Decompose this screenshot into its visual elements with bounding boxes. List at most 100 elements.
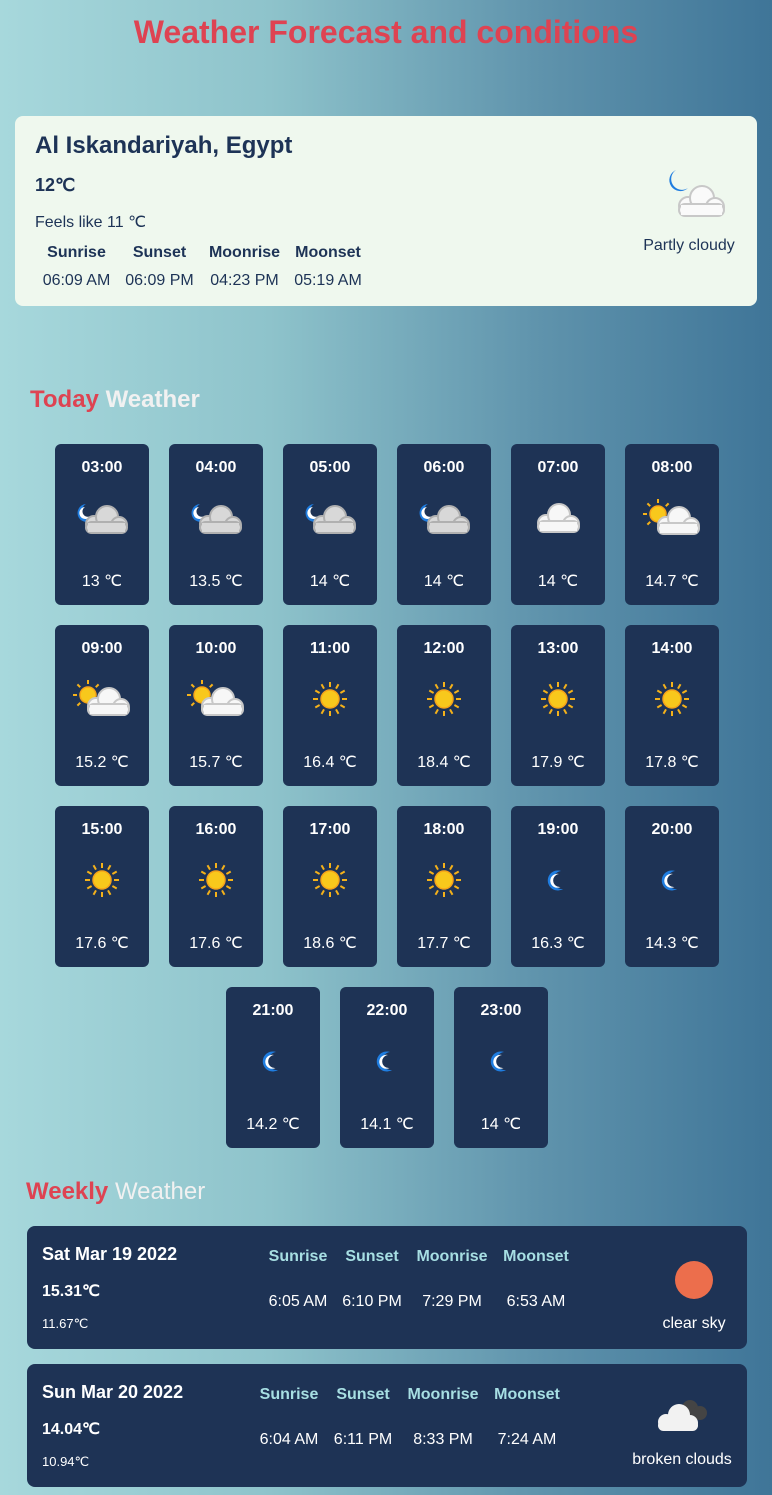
weekly-section-title: Weekly Weather [26, 1178, 205, 1206]
moonset-value: 7:24 AM [497, 1431, 557, 1448]
hour-temp: 16.3 ℃ [531, 935, 585, 952]
hour-temp: 17.9 ℃ [531, 754, 585, 771]
hour-card: 18:00 17.7 ℃ [397, 806, 491, 967]
hour-time: 13:00 [537, 640, 579, 657]
hour-temp: 14 ℃ [309, 573, 351, 590]
hour-card: 21:00 14.2 ℃ [226, 987, 320, 1148]
sun-icon [300, 858, 360, 902]
sunset-value: 6:11 PM [333, 1431, 393, 1448]
sunrise-value: 6:05 AM [268, 1293, 328, 1310]
sun-icon [72, 858, 132, 902]
hour-card: 06:00 14 ℃ [397, 444, 491, 605]
sunset-label: Sunset [132, 244, 187, 261]
weekly-day-card: Sat Mar 19 2022 15.31℃ 11.67℃ Sunrise Su… [27, 1226, 747, 1349]
day-min-temp: 11.67℃ [42, 1316, 89, 1331]
sun-icon [300, 677, 360, 721]
sun-icon [642, 677, 702, 721]
sun-icon [414, 858, 474, 902]
hour-temp: 17.6 ℃ [189, 935, 243, 952]
day-astro: Sunrise Sunset Moonrise Moonset 6:05 AM … [261, 1248, 577, 1311]
moonrise-value: 7:29 PM [422, 1293, 482, 1310]
day-date: Sun Mar 20 2022 [42, 1382, 184, 1402]
hour-temp: 18.4 ℃ [417, 754, 471, 771]
hour-card: 15:00 17.6 ℃ [55, 806, 149, 967]
hour-time: 08:00 [651, 459, 693, 476]
moon-cloud-icon [300, 496, 360, 540]
hour-temp: 14 ℃ [423, 573, 465, 590]
day-astro: Sunrise Sunset Moonrise Moonset 6:04 AM … [252, 1386, 568, 1449]
moonset-label: Moonset [503, 1248, 569, 1265]
current-temp: 12℃ [35, 175, 76, 195]
feels-like: Feels like 11 ℃ [35, 214, 147, 231]
sunrise-value: 06:09 AM [42, 272, 111, 289]
hour-card: 10:00 15.7 ℃ [169, 625, 263, 786]
today-section-title: Today Weather [30, 386, 200, 414]
hour-card: 17:00 18.6 ℃ [283, 806, 377, 967]
day-condition-text: broken clouds [632, 1451, 732, 1468]
today-title-highlight: Today [30, 386, 99, 413]
moon-cloud-icon [668, 170, 725, 217]
today-title-rest: Weather [105, 386, 200, 413]
hour-temp: 14 ℃ [537, 573, 579, 590]
moon-icon [243, 1039, 303, 1083]
day-min-temp: 10.94℃ [42, 1454, 90, 1469]
hour-time: 07:00 [537, 459, 579, 476]
current-location: Al Iskandariyah, Egypt [35, 132, 293, 159]
sunrise-value: 6:04 AM [259, 1431, 319, 1448]
hour-card: 07:00 14 ℃ [511, 444, 605, 605]
moon-icon [471, 1039, 531, 1083]
hour-time: 21:00 [252, 1002, 294, 1019]
day-max-temp: 15.31℃ [42, 1283, 101, 1300]
moon-icon [642, 858, 702, 902]
sun-icon [675, 1261, 713, 1299]
hour-time: 09:00 [81, 640, 123, 657]
hour-time: 19:00 [537, 821, 579, 838]
moonrise-value: 04:23 PM [210, 272, 279, 289]
hour-card: 08:00 14.7 ℃ [625, 444, 719, 605]
sun-icon [186, 858, 246, 902]
hour-time: 06:00 [423, 459, 465, 476]
cloud-icon [528, 496, 588, 540]
sunset-label: Sunset [336, 1386, 390, 1403]
day-date: Sat Mar 19 2022 [42, 1244, 178, 1264]
moonset-label: Moonset [494, 1386, 560, 1403]
moonrise-value: 8:33 PM [413, 1431, 473, 1448]
hour-temp: 14 ℃ [480, 1116, 522, 1133]
sunset-value: 06:09 PM [125, 272, 194, 289]
hour-temp: 16.4 ℃ [303, 754, 357, 771]
moonset-label: Moonset [295, 244, 361, 261]
moon-icon [357, 1039, 417, 1083]
hour-temp: 15.7 ℃ [189, 754, 243, 771]
sunset-label: Sunset [345, 1248, 399, 1265]
sun-icon [414, 677, 474, 721]
hour-card: 09:00 15.2 ℃ [55, 625, 149, 786]
moon-icon [528, 858, 588, 902]
hour-time: 23:00 [480, 1002, 522, 1019]
hour-time: 15:00 [81, 821, 123, 838]
day-max-temp: 14.04℃ [42, 1421, 101, 1438]
hour-temp: 13.5 ℃ [189, 573, 243, 590]
hour-temp: 14.2 ℃ [246, 1116, 300, 1133]
hour-card: 16:00 17.6 ℃ [169, 806, 263, 967]
hour-temp: 17.8 ℃ [645, 754, 699, 771]
sunset-value: 6:10 PM [342, 1293, 402, 1310]
day-condition: broken clouds [627, 1392, 737, 1469]
hour-time: 16:00 [195, 821, 237, 838]
hour-temp: 18.6 ℃ [303, 935, 357, 952]
weekly-title-highlight: Weekly [26, 1178, 109, 1205]
hour-temp: 14.1 ℃ [360, 1116, 414, 1133]
current-astro: Sunrise Sunset Moonrise Moonset 06:09 AM… [35, 244, 368, 290]
broken-clouds-icon [658, 1400, 707, 1431]
hour-card: 11:00 16.4 ℃ [283, 625, 377, 786]
hour-time: 03:00 [81, 459, 123, 476]
moonrise-label: Moonrise [407, 1386, 479, 1403]
hour-time: 12:00 [423, 640, 465, 657]
weekly-day-card: Sun Mar 20 2022 14.04℃ 10.94℃ Sunrise Su… [27, 1364, 747, 1487]
hour-temp: 14.7 ℃ [645, 573, 699, 590]
hour-time: 18:00 [423, 821, 465, 838]
moonset-value: 05:19 AM [294, 272, 362, 289]
hour-card: 04:00 13.5 ℃ [169, 444, 263, 605]
hour-card: 20:00 14.3 ℃ [625, 806, 719, 967]
moon-cloud-icon [414, 496, 474, 540]
moonrise-label: Moonrise [416, 1248, 488, 1265]
